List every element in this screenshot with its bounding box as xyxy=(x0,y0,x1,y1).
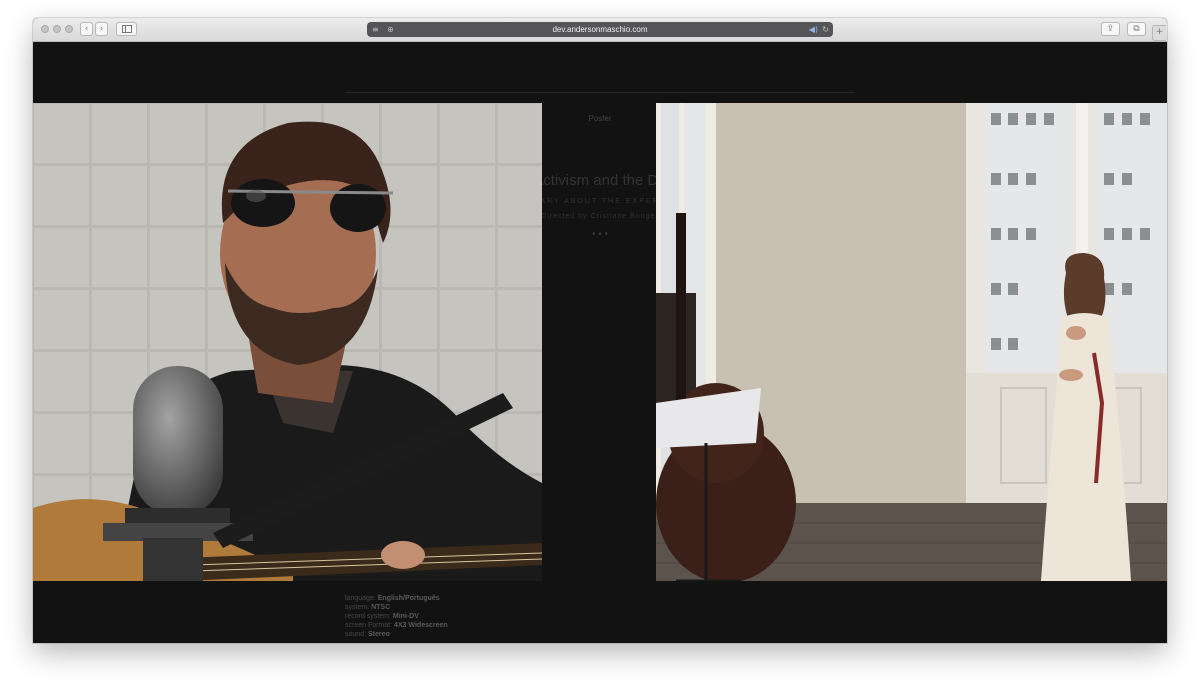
address-bar[interactable]: ≡ ⊕ dev.andersonmaschio.com ◀) ↻ xyxy=(367,22,833,37)
forward-button[interactable]: › xyxy=(95,22,108,36)
spec-row: language: English/Português xyxy=(345,595,440,602)
spec-row: sound: Stereo xyxy=(345,631,390,638)
sound-icon[interactable]: ◀) xyxy=(809,23,818,36)
singer-still xyxy=(656,103,1167,581)
tabs-overview-button[interactable]: ⧉ xyxy=(1127,22,1146,36)
browser-toolbar: ‹ › ≡ ⊕ dev.andersonmaschio.com ◀) ↻ ⇪ ⧉… xyxy=(33,18,1167,42)
video-frame-singer-and-bassist[interactable] xyxy=(656,103,1167,581)
reload-icon[interactable]: ↻ xyxy=(822,23,829,36)
film-specs: language: English/Português system: NTSC… xyxy=(345,594,448,639)
minimize-window-button[interactable] xyxy=(53,25,61,33)
video-frame-guitarist[interactable] xyxy=(33,103,542,581)
guitarist-still xyxy=(33,103,542,581)
spec-row: system: NTSC xyxy=(345,604,391,611)
web-page: Poster Activism and the Do ARY ABOUT THE… xyxy=(33,42,1167,643)
sidebar-icon xyxy=(121,25,132,33)
share-button[interactable]: ⇪ xyxy=(1101,22,1120,36)
new-tab-button[interactable]: + xyxy=(1152,25,1166,41)
sidebar-button[interactable] xyxy=(116,22,137,36)
url-text: dev.andersonmaschio.com xyxy=(552,25,648,34)
zoom-window-button[interactable] xyxy=(65,25,73,33)
browser-window: ‹ › ≡ ⊕ dev.andersonmaschio.com ◀) ↻ ⇪ ⧉… xyxy=(33,18,1167,643)
spec-row: screen Format: 4X3 Widescreen xyxy=(345,622,448,629)
close-window-button[interactable] xyxy=(41,25,49,33)
back-button[interactable]: ‹ xyxy=(80,22,93,36)
divider xyxy=(345,92,855,93)
spec-row: record system: Mini-DV xyxy=(345,613,419,620)
